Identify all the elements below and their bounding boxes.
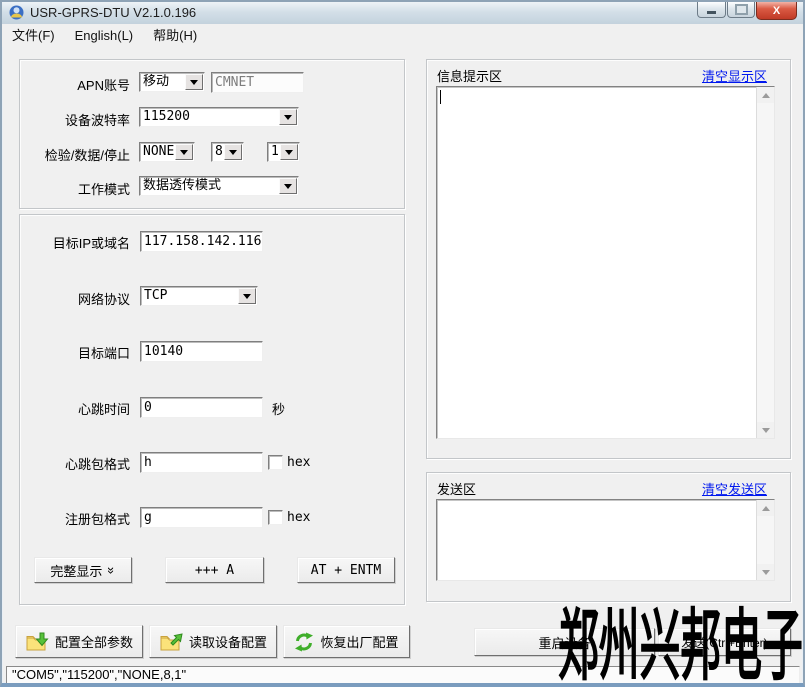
factory-reset-label: 恢复出厂配置 xyxy=(320,632,398,651)
target-ip-field[interactable] xyxy=(140,231,263,252)
scroll-down-icon[interactable] xyxy=(757,422,774,438)
plus-a-button[interactable]: +++ A xyxy=(165,557,264,583)
target-ip-label: 目标IP或域名 xyxy=(27,233,130,252)
baud-select[interactable]: 115200 xyxy=(139,107,299,127)
read-config-button[interactable]: 读取设备配置 xyxy=(149,625,277,658)
heartbeat-time-unit: 秒 xyxy=(272,399,285,418)
heartbeat-hex-checkbox[interactable] xyxy=(268,455,283,470)
target-port-field[interactable] xyxy=(140,341,263,362)
title-bar[interactable]: USR-GPRS-DTU V2.1.0.196 X xyxy=(2,2,803,25)
status-text: "COM5","115200","NONE,8,1" xyxy=(12,667,186,682)
register-hex-label: hex xyxy=(287,510,310,525)
baud-value: 115200 xyxy=(140,108,278,126)
maximize-button[interactable] xyxy=(727,2,755,18)
clear-send-link[interactable]: 清空发送区 xyxy=(702,479,767,498)
watermark-text: 郑州兴邦电子 xyxy=(558,583,803,687)
minimize-icon xyxy=(707,11,716,14)
full-display-label: 完整显示 xyxy=(50,561,102,580)
chevron-down-icon[interactable] xyxy=(280,144,298,160)
heartbeat-packet-field[interactable] xyxy=(140,452,263,473)
scroll-down-icon[interactable] xyxy=(757,564,774,580)
send-panel-title: 发送区 xyxy=(437,479,476,498)
factory-reset-button[interactable]: 恢复出厂配置 xyxy=(283,625,410,658)
workmode-label: 工作模式 xyxy=(27,179,130,198)
apn-label: APN账号 xyxy=(27,75,130,94)
heartbeat-packet-label: 心跳包格式 xyxy=(27,454,130,473)
info-display-area[interactable] xyxy=(436,86,775,439)
at-entm-button[interactable]: AT + ENTM xyxy=(297,557,395,583)
chevron-down-icon[interactable] xyxy=(279,178,297,194)
chevron-down-icon[interactable] xyxy=(224,144,242,160)
apn-value-field xyxy=(211,72,304,93)
scroll-up-icon[interactable] xyxy=(757,500,774,516)
clear-display-link[interactable]: 清空显示区 xyxy=(702,66,767,85)
apn-operator-select[interactable]: 移动 xyxy=(139,72,205,92)
heartbeat-hex-label: hex xyxy=(287,455,310,470)
app-window: USR-GPRS-DTU V2.1.0.196 X 文件(F) English(… xyxy=(0,0,805,687)
minimize-button[interactable] xyxy=(697,2,726,18)
baud-label: 设备波特率 xyxy=(27,110,130,129)
stopbits-select[interactable]: 1 xyxy=(267,142,300,162)
config-all-label: 配置全部参数 xyxy=(55,632,133,651)
protocol-value: TCP xyxy=(141,287,237,305)
scroll-up-icon[interactable] xyxy=(757,87,774,103)
maximize-icon xyxy=(735,4,748,15)
menu-english[interactable]: English(L) xyxy=(65,24,144,47)
apn-operator-value: 移动 xyxy=(140,73,184,91)
menu-file[interactable]: 文件(F) xyxy=(2,24,65,47)
text-caret xyxy=(440,90,441,104)
read-config-label: 读取设备配置 xyxy=(189,632,267,651)
chevron-down-icon[interactable] xyxy=(185,74,203,90)
info-scrollbar[interactable] xyxy=(756,87,774,438)
protocol-select[interactable]: TCP xyxy=(140,286,258,306)
window-controls: X xyxy=(696,2,797,20)
menu-bar: 文件(F) English(L) 帮助(H) xyxy=(2,24,803,47)
register-hex-checkbox[interactable] xyxy=(268,510,283,525)
app-icon xyxy=(9,5,24,20)
window-title: USR-GPRS-DTU V2.1.0.196 xyxy=(30,2,196,23)
databits-select[interactable]: 8 xyxy=(211,142,244,162)
stopbits-value: 1 xyxy=(268,143,279,161)
serial-label: 检验/数据/停止 xyxy=(27,145,130,164)
info-panel-title: 信息提示区 xyxy=(437,66,502,85)
full-display-button[interactable]: 完整显示 » xyxy=(34,557,132,583)
databits-value: 8 xyxy=(212,143,223,161)
send-input-area[interactable] xyxy=(436,499,775,581)
double-chevron-down-icon: » xyxy=(105,566,120,573)
refresh-icon xyxy=(294,632,314,652)
chevron-down-icon[interactable] xyxy=(175,144,193,160)
chevron-down-icon[interactable] xyxy=(238,288,256,304)
chevron-down-icon[interactable] xyxy=(279,109,297,125)
target-port-label: 目标端口 xyxy=(27,343,130,362)
config-all-button[interactable]: 配置全部参数 xyxy=(15,625,143,658)
folder-export-icon xyxy=(159,632,183,652)
parity-select[interactable]: NONE xyxy=(139,142,195,162)
workmode-value: 数据透传模式 xyxy=(140,177,278,195)
heartbeat-time-field[interactable] xyxy=(140,397,263,418)
menu-help[interactable]: 帮助(H) xyxy=(143,24,207,47)
send-scrollbar[interactable] xyxy=(756,500,774,580)
register-packet-field[interactable] xyxy=(140,507,263,528)
workmode-select[interactable]: 数据透传模式 xyxy=(139,176,299,196)
close-button[interactable]: X xyxy=(756,2,797,20)
close-icon: X xyxy=(773,5,780,17)
protocol-label: 网络协议 xyxy=(27,289,130,308)
heartbeat-time-label: 心跳时间 xyxy=(27,399,130,418)
parity-value: NONE xyxy=(140,143,174,161)
folder-download-icon xyxy=(25,632,49,652)
register-packet-label: 注册包格式 xyxy=(27,509,130,528)
